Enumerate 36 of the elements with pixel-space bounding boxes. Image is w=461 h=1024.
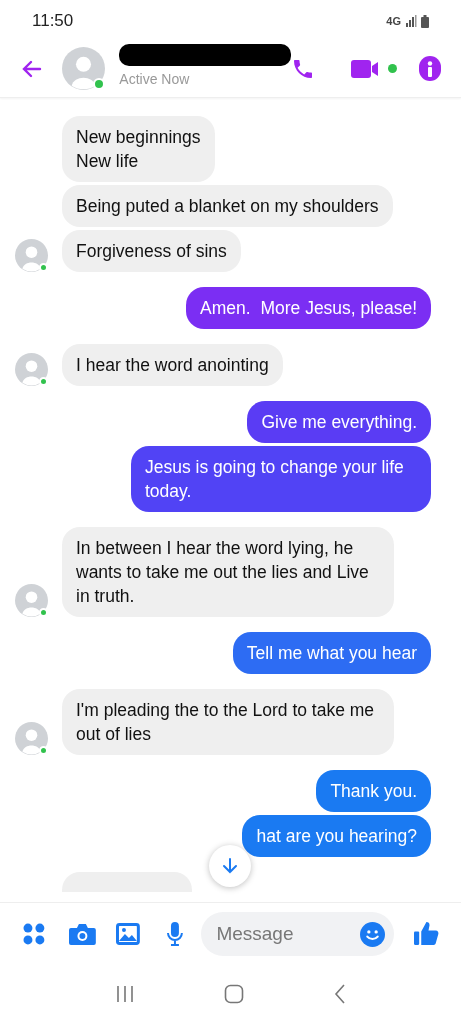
- scroll-down-button[interactable]: [209, 845, 251, 887]
- home-icon[interactable]: [224, 984, 245, 1004]
- outgoing-message: Thank you.: [316, 770, 431, 812]
- back-icon[interactable]: [334, 984, 347, 1004]
- emoji-icon[interactable]: [360, 921, 386, 947]
- camera-icon[interactable]: [68, 922, 96, 945]
- avatar-icon: [15, 722, 48, 755]
- incoming-message: New beginnings New life: [62, 116, 215, 182]
- network-type: 4G: [386, 13, 401, 29]
- incoming-message: I'm pleading the to the Lord to take me out of lies: [62, 689, 394, 755]
- signal-icon: [405, 15, 417, 27]
- outgoing-message: Give me everything.: [247, 401, 431, 443]
- outgoing-message: Tell me what you hear: [232, 632, 431, 674]
- incoming-message: Forgiveness of sins: [62, 230, 241, 272]
- menu-dots-icon[interactable]: [22, 921, 46, 946]
- outgoing-message: hat are you hearing?: [242, 815, 431, 857]
- active-status: Active Now: [119, 69, 191, 89]
- avatar-icon: [15, 353, 48, 386]
- outgoing-message: Jesus is going to change your life today.: [131, 446, 431, 512]
- clock: 11:50: [32, 10, 74, 33]
- avatar-icon: [15, 239, 48, 272]
- avatar-icon: [15, 584, 48, 617]
- video-call-icon[interactable]: [351, 57, 398, 80]
- microphone-icon[interactable]: [165, 921, 184, 946]
- image-icon[interactable]: [115, 922, 140, 945]
- thumbs-up-icon[interactable]: [414, 921, 439, 946]
- outgoing-message: Amen. More Jesus, please!: [186, 287, 431, 329]
- arrow-down-icon: [221, 857, 239, 875]
- message-field[interactable]: Message: [201, 911, 395, 956]
- avatar-icon: [62, 47, 106, 90]
- recent-apps-icon[interactable]: [114, 985, 135, 1003]
- incoming-message: Being puted a blanket on my shoulders: [62, 185, 393, 227]
- info-icon[interactable]: [419, 56, 441, 81]
- incoming-message: I hear the word anointing: [62, 344, 283, 386]
- battery-icon: [421, 14, 429, 28]
- incoming-message: In between I hear the word lying, he wants to take me out the lies and Live in truth.: [62, 527, 394, 617]
